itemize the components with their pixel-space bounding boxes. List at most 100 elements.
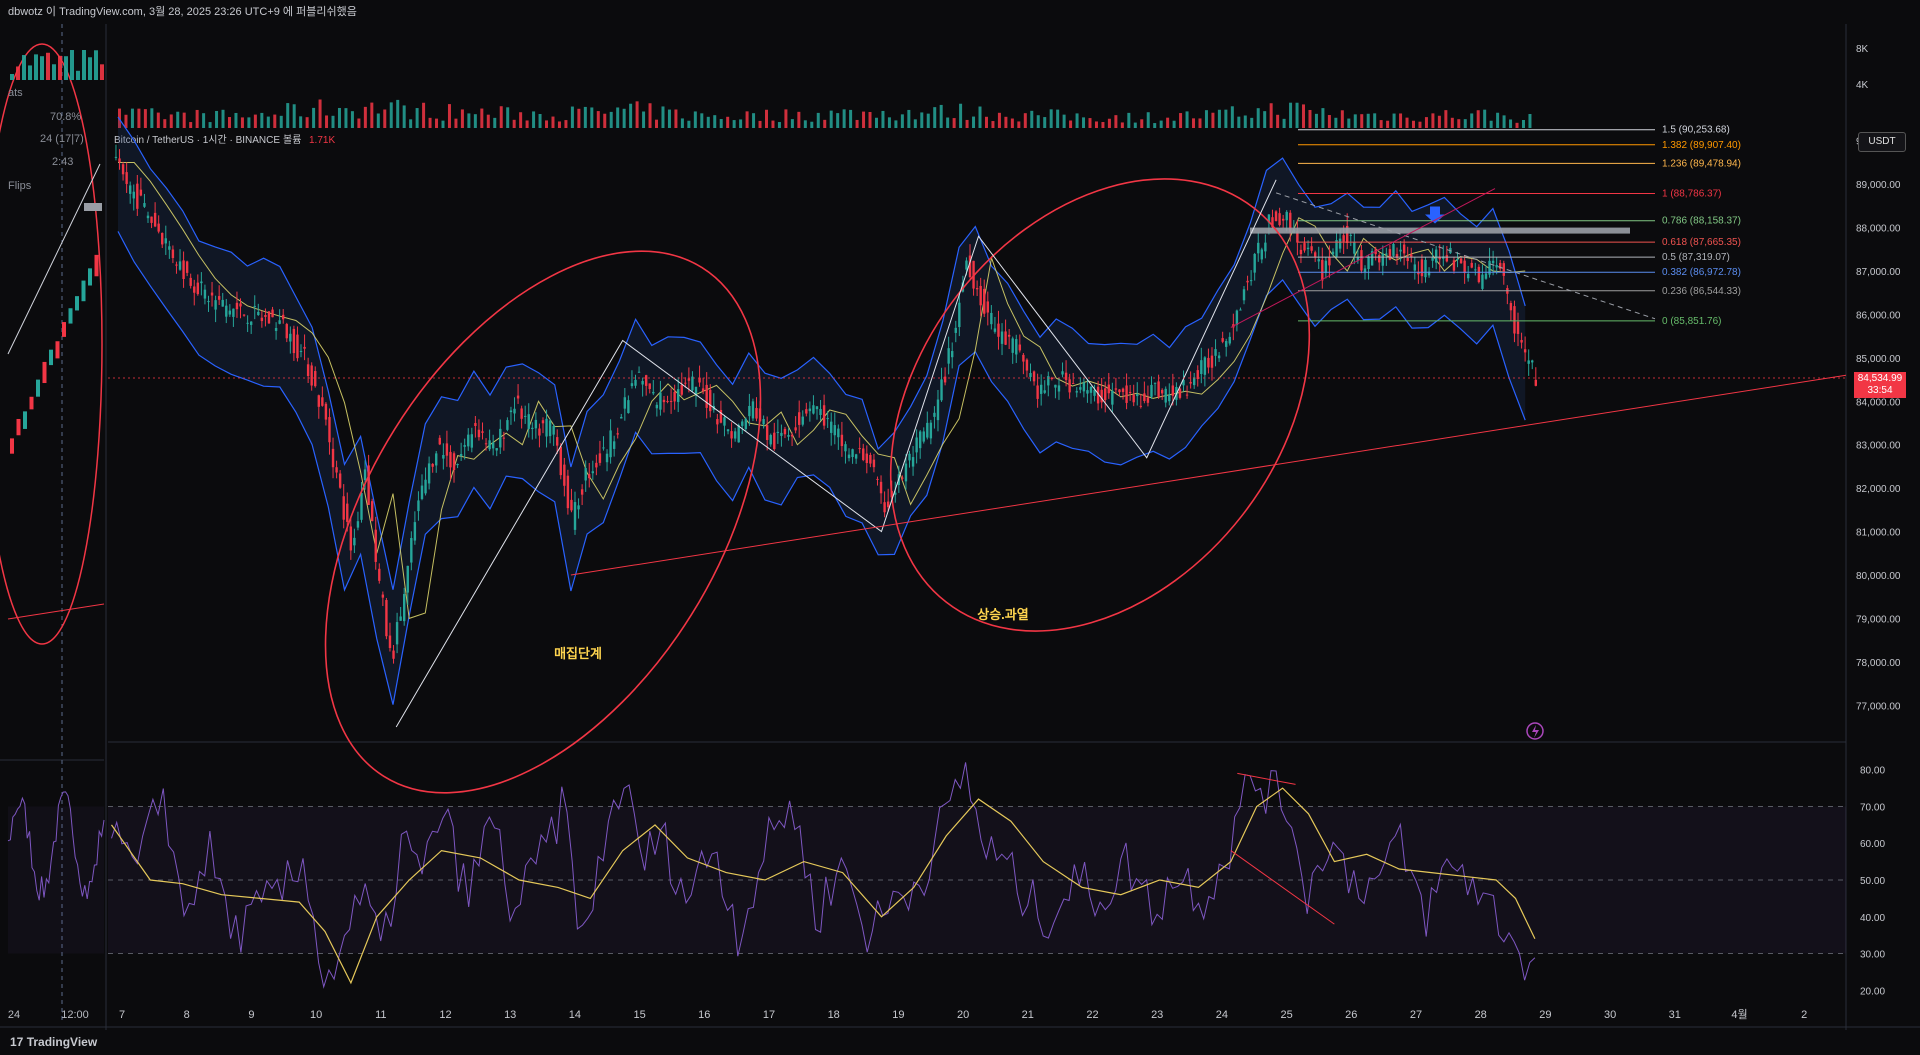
candle-body [132,191,135,199]
candle-body [200,281,203,284]
volume-bar [1094,121,1098,128]
candle-body [1210,355,1214,368]
candle-body [1310,246,1313,251]
left-candle [55,341,60,359]
volume-bar [499,106,503,128]
price-axis-label: 77,000.00 [1856,701,1901,712]
candle-body [737,425,740,443]
candle-body [399,616,402,621]
volume-bar [389,102,393,128]
candle-body [1516,321,1520,334]
volume-bar [991,121,995,128]
volume-bar [939,104,943,128]
candle-body [726,429,730,432]
volume-bar [1360,114,1364,128]
time-axis-label: 26 [1345,1009,1357,1021]
candle-body [655,404,659,409]
candle-body [1470,262,1473,268]
volume-bar [629,103,633,128]
candle-body [118,158,121,163]
candle-body [1463,260,1466,274]
volume-bar [312,107,316,128]
volume-bar [1509,119,1513,128]
tradingview-logo[interactable]: 17 TradingView [10,1030,97,1055]
candle-body [114,156,118,158]
candle-body [1278,213,1281,226]
candle-body [691,376,694,391]
volume-bar [790,119,794,128]
candle-body [1047,376,1050,386]
candle-body [552,425,555,435]
left-candle [10,438,14,454]
volume-bar [881,110,885,128]
candle-body [477,429,481,438]
candle-body [1253,253,1256,273]
volume-bar [874,117,878,128]
candle-countdown: 33:54 [1867,385,1893,397]
publish-info-text: dbwotz 이 TradingView.com, 3월 28, 2025 23… [8,6,357,18]
left-volume-bar [40,56,44,80]
left-candle [23,411,27,429]
candle-body [840,434,844,447]
candle-body [1360,250,1363,271]
candle-body [1527,360,1530,364]
price-axis-label: 81,000.00 [1856,528,1901,539]
left-panel-label: Flips [8,180,32,192]
chart-canvas[interactable]: ats 70.8% 24 (17|7) 2:43 Flips 24 12:00 Bitcoin… [0,24,1920,1030]
candle-body [242,314,246,316]
candle-body [1402,244,1406,254]
candle-body [997,323,1000,337]
volume-bar [997,112,1001,128]
candle-body [228,310,232,315]
candle-body [580,489,584,495]
volume-bar [1127,112,1131,128]
volume-bar [532,111,536,128]
volume-bar [765,109,768,128]
accumulation-ellipse [324,250,762,794]
candle-body [1100,389,1103,403]
candle-body [1410,254,1413,257]
candle-body [630,383,634,387]
candle-body [1424,259,1427,278]
candle-body [591,471,595,474]
volume-bar [829,110,833,128]
candle-body [1207,357,1210,368]
left-time-label: 24 [8,1009,20,1021]
volume-bar [1056,109,1060,128]
candle-body [406,565,409,593]
candle-body [773,432,776,450]
volume-bar [1521,119,1525,128]
candle-body [449,451,452,468]
candle-body [1043,390,1046,393]
volume-bar [842,109,846,128]
candle-body [822,405,826,426]
left-candle [68,308,73,324]
currency-button[interactable]: USDT [1858,132,1906,152]
time-axis-label: 15 [633,1009,645,1021]
price-axis-label: 84,000.00 [1856,397,1901,408]
candle-body [1114,388,1118,390]
candle-body [790,434,794,437]
volume-bar [713,115,717,128]
fib-label: 1.236 (89,478.94) [1662,158,1741,169]
candle-body [285,324,288,339]
candle-body [1146,397,1150,403]
candle-body [150,216,153,223]
candle-body [588,474,591,479]
candle-body [143,203,146,207]
volume-bar [596,111,600,128]
candle-body [495,448,498,451]
volume-bar [1069,120,1073,128]
volume-bar [803,120,807,128]
volume-bar [1489,120,1493,128]
volume-bar [887,117,891,128]
left-panel-label: 2:43 [52,156,73,168]
candle-body [1225,341,1228,347]
volume-bar [247,117,251,128]
candle-body [1082,382,1086,392]
candle-body [502,437,506,439]
candle-body [499,428,502,448]
volume-bar [1379,120,1383,128]
candle-body [1321,259,1324,281]
candle-body [1015,339,1018,355]
